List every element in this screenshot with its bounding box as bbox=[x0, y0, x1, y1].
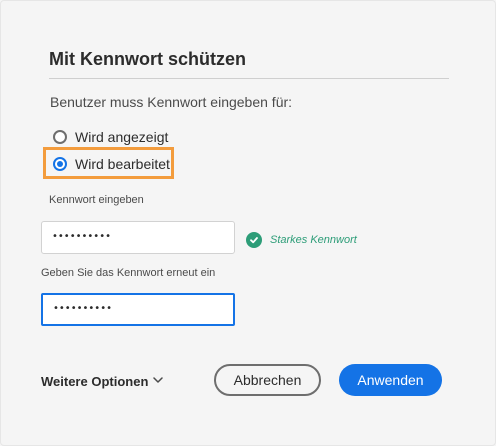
password-strength: Starkes Kennwort bbox=[246, 232, 357, 248]
more-options-label: Weitere Optionen bbox=[41, 374, 149, 389]
more-options-toggle[interactable]: Weitere Optionen bbox=[41, 374, 164, 389]
chevron-down-icon bbox=[152, 374, 164, 389]
check-circle-icon bbox=[246, 232, 262, 248]
radio-option-viewed[interactable]: Wird angezeigt bbox=[53, 129, 168, 145]
password-field[interactable]: •••••••••• bbox=[41, 221, 235, 254]
confirm-password-field[interactable]: •••••••••• bbox=[41, 293, 235, 326]
radio-label-viewed: Wird angezeigt bbox=[75, 129, 169, 145]
strength-text: Starkes Kennwort bbox=[270, 234, 357, 246]
intro-text: Benutzer muss Kennwort eingeben für: bbox=[50, 94, 293, 110]
radio-off-icon[interactable] bbox=[53, 130, 67, 144]
confirm-password-label: Geben Sie das Kennwort erneut ein bbox=[41, 267, 216, 279]
radio-label-edited: Wird bearbeitet bbox=[75, 156, 170, 172]
password-protect-dialog: Mit Kennwort schützen Benutzer muss Kenn… bbox=[0, 0, 496, 446]
dialog-title: Mit Kennwort schützen bbox=[49, 49, 246, 69]
apply-button[interactable]: Anwenden bbox=[339, 364, 442, 396]
radio-option-edited[interactable]: Wird bearbeitet bbox=[53, 156, 170, 172]
title-divider bbox=[49, 78, 449, 79]
cancel-button[interactable]: Abbrechen bbox=[214, 364, 321, 396]
radio-on-icon[interactable] bbox=[53, 157, 67, 171]
password-label: Kennwort eingeben bbox=[49, 194, 144, 206]
